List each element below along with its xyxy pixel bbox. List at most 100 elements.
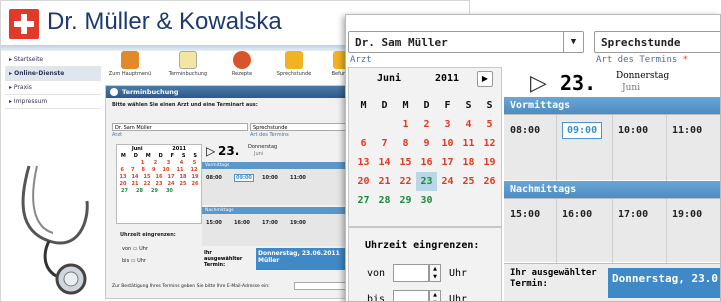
selected-appointment-label: Ihr ausgewählter Termin: xyxy=(510,268,597,289)
email-instruction: Zur Bestätigung Ihres Termins geben Sie … xyxy=(112,284,270,289)
house-icon xyxy=(121,51,139,69)
doctor-label: Arzt xyxy=(350,55,372,65)
from-time-input[interactable] xyxy=(393,264,429,282)
time-slot[interactable]: 11:00 xyxy=(672,125,702,136)
calendar-day[interactable]: 1 xyxy=(395,115,416,134)
time-slot-selected[interactable]: 09:00 xyxy=(562,122,603,139)
morning-slots: 08:00 09:00 10:00 11:00 xyxy=(504,114,720,181)
weekday-header: S xyxy=(465,100,472,111)
zoomed-booking-panel: Dr. Sam Müller ▼ Arzt Sprechstunde Art d… xyxy=(345,14,721,302)
calendar-day[interactable]: 20 xyxy=(353,172,374,191)
weekday-header: F xyxy=(444,100,451,111)
stethoscope-image xyxy=(21,165,89,295)
time-slot[interactable]: 19:00 xyxy=(672,209,702,220)
calendar-day[interactable]: 26 xyxy=(479,172,500,191)
calendar-day[interactable]: 6 xyxy=(353,134,374,153)
pills-icon xyxy=(233,51,251,69)
email-input[interactable] xyxy=(294,282,346,290)
weekday-header: S xyxy=(486,100,493,111)
morning-section-header: Vormittags xyxy=(504,97,720,114)
to-label: bis xyxy=(367,294,386,302)
panel-instruction: Bitte wählen Sie einen Arzt und eine Ter… xyxy=(112,102,258,108)
play-icon[interactable]: ▷ xyxy=(530,73,547,95)
calendar-day[interactable]: 10 xyxy=(437,134,458,153)
calendar-day[interactable]: 25 xyxy=(458,172,479,191)
calendar-day[interactable]: 22 xyxy=(395,172,416,191)
panel-title: Terminbuchung xyxy=(106,86,348,98)
doctor-select-small[interactable]: Dr. Sam Müller xyxy=(112,123,248,131)
time-slot[interactable]: 16:00 xyxy=(562,209,592,220)
folder-icon xyxy=(285,51,303,69)
nav-terminbuchung[interactable]: Terminbuchung xyxy=(163,51,213,77)
time-range-filter: Uhrzeit eingrenzen: von ▲▼ Uhr bis ▲▼ Uh… xyxy=(348,227,502,302)
mini-calendar: Juni 2011 MDMDFSS 12345 6 7 8 9 10 11 12 13 14 15… xyxy=(116,144,202,224)
from-time-stepper[interactable]: ▲ ▼ xyxy=(429,264,441,282)
calendar-grid: M D M D F S S 1 2 3 4 5 6 7 8 9 10 11 12… xyxy=(353,96,500,210)
nav-zum-hauptmenue[interactable]: Zum Hauptmenü xyxy=(105,51,155,77)
sidebar-item-online-dienste[interactable]: ▸ Online-Dienste xyxy=(5,67,101,81)
medical-cross-logo-icon xyxy=(9,9,39,39)
afternoon-section-header: Nachmittags xyxy=(504,181,720,198)
calendar-day[interactable]: 9 xyxy=(416,134,437,153)
time-slot[interactable]: 17:00 xyxy=(618,209,648,220)
weekday-header: M xyxy=(360,100,367,111)
nav-rezepte[interactable]: Rezepte xyxy=(217,51,267,77)
calendar-day[interactable]: 5 xyxy=(479,115,500,134)
weekday-header: M xyxy=(402,100,409,111)
selected-appointment-value: Donnerstag, 23.0 xyxy=(608,268,720,298)
calendar-day[interactable]: 17 xyxy=(437,153,458,172)
sidebar-item-impressum[interactable]: ▸ Impressum xyxy=(5,95,101,109)
calendar-day[interactable]: 8 xyxy=(395,134,416,153)
calendar-day[interactable]: 27 xyxy=(353,191,374,210)
calendar-day[interactable]: 30 xyxy=(416,191,437,210)
type-label-small: Art des Termins xyxy=(250,132,289,138)
calendar-month: Juni xyxy=(377,73,402,84)
appointment-type-select[interactable]: Sprechstunde xyxy=(594,31,720,53)
chevron-down-icon[interactable]: ▼ xyxy=(563,32,583,52)
calendar-day[interactable]: 4 xyxy=(458,115,479,134)
calendar-day[interactable]: 7 xyxy=(374,134,395,153)
calendar-day[interactable]: 3 xyxy=(437,115,458,134)
calendar-day[interactable]: 29 xyxy=(395,191,416,210)
calendar-day[interactable]: 24 xyxy=(437,172,458,191)
sidebar-item-startseite[interactable]: ▸ Startseite xyxy=(5,53,101,67)
time-slot[interactable]: 08:00 xyxy=(510,125,540,136)
doctor-label-small: Arzt xyxy=(112,132,123,138)
calendar-day[interactable]: 28 xyxy=(374,191,395,210)
calendar-year: 2011 xyxy=(435,73,460,84)
day-number: 23. xyxy=(560,71,597,95)
time-range-title: Uhrzeit eingrenzen: xyxy=(365,240,480,251)
weekday-header: D xyxy=(381,100,388,111)
calendar-day[interactable]: 12 xyxy=(479,134,500,153)
calendar-day[interactable]: 13 xyxy=(353,153,374,172)
from-unit: Uhr xyxy=(449,268,468,279)
booking-panel: Terminbuchung Bitte wählen Sie einen Arz… xyxy=(105,85,350,299)
next-month-button[interactable]: ▶ xyxy=(477,71,493,87)
weekday-header: D xyxy=(423,100,430,111)
nav-sprechstunde[interactable]: Sprechstunde xyxy=(269,51,319,77)
calendar-header: Juni 2011 ▶ xyxy=(349,68,501,90)
afternoon-slots: 15:00 16:00 17:00 19:00 xyxy=(504,198,720,263)
selected-appointment-bar: Ihr ausgewählter Termin: Donnerstag, 23.… xyxy=(504,263,720,301)
time-slot[interactable]: 15:00 xyxy=(510,209,540,220)
to-time-stepper[interactable]: ▲▼ xyxy=(429,290,441,301)
calendar-day[interactable]: 21 xyxy=(374,172,395,191)
sidebar-item-praxis[interactable]: ▸ Praxis xyxy=(5,81,101,95)
calendar-day[interactable]: 18 xyxy=(458,153,479,172)
back-arrow-icon[interactable] xyxy=(110,88,118,96)
day-month: Juni xyxy=(622,83,641,93)
doctor-select[interactable]: Dr. Sam Müller ▼ xyxy=(348,31,584,53)
site-title: Dr. Müller & Kowalska xyxy=(47,8,282,35)
calendar: Juni 2011 ▶ M D M D F S S 1 2 3 4 5 6 7 … xyxy=(348,67,502,227)
to-time-input[interactable] xyxy=(393,290,429,301)
calendar-day[interactable]: 19 xyxy=(479,153,500,172)
calendar-day-selected[interactable]: 23 xyxy=(416,172,437,191)
calendar-day[interactable]: 15 xyxy=(395,153,416,172)
time-slot[interactable]: 10:00 xyxy=(618,125,648,136)
calendar-day[interactable]: 11 xyxy=(458,134,479,153)
from-label: von xyxy=(367,268,386,279)
calendar-day[interactable]: 16 xyxy=(416,153,437,172)
type-select-small[interactable]: Sprechstunde xyxy=(250,123,348,131)
calendar-day[interactable]: 2 xyxy=(416,115,437,134)
calendar-day[interactable]: 14 xyxy=(374,153,395,172)
